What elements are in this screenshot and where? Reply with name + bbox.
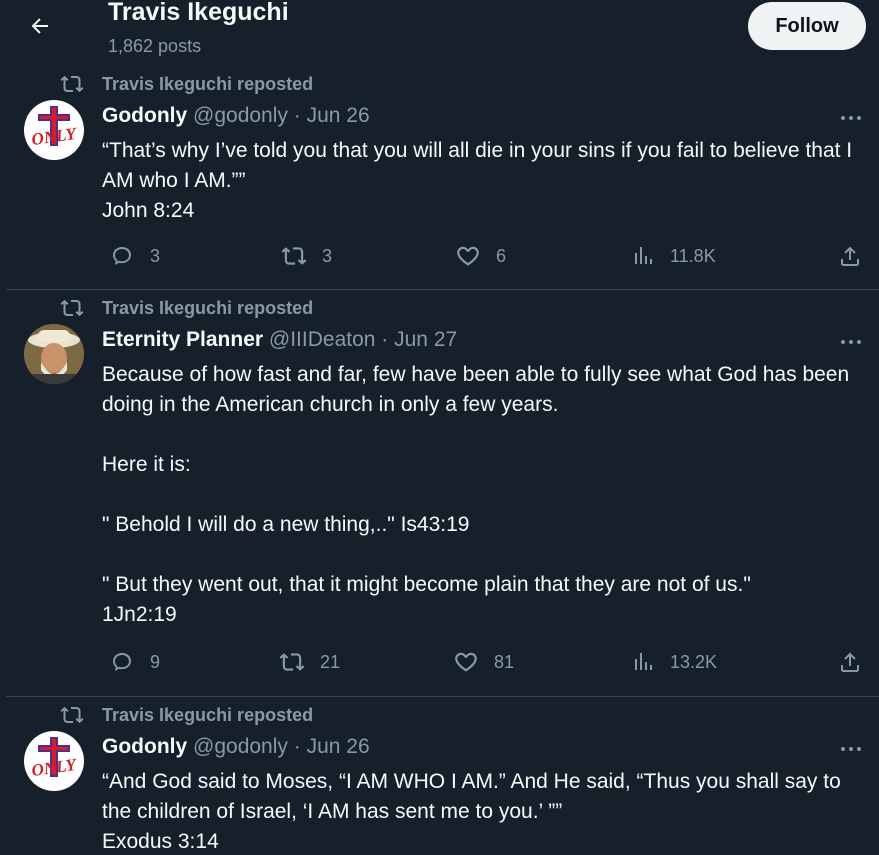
more-horizontal-icon xyxy=(841,340,861,344)
post[interactable]: Travis Ikeguchi reposted ONLY Godonly @g… xyxy=(6,66,879,290)
post-header: Godonly @godonly · Jun 26 xyxy=(102,735,370,759)
share-button[interactable] xyxy=(836,648,878,676)
repost-label: Travis Ikeguchi reposted xyxy=(102,704,314,725)
post-actions: 9 21 81 13.2K xyxy=(102,648,872,678)
godonly-logo-icon: ONLY xyxy=(30,737,79,780)
profile-name: Travis Ikeguchi xyxy=(108,0,289,26)
like-button[interactable]: 6 xyxy=(454,242,506,270)
repost-indicator: Travis Ikeguchi reposted xyxy=(60,296,313,320)
views-count: 13.2K xyxy=(670,651,718,672)
post-actions: 3 3 6 11.8K xyxy=(102,242,872,272)
more-horizontal-icon xyxy=(841,747,861,751)
profile-header: Travis Ikeguchi 1,862 posts Follow xyxy=(0,0,879,64)
posts-count: 1,862 posts xyxy=(108,36,202,56)
reply-button[interactable]: 9 xyxy=(108,648,160,676)
godonly-logo-icon: ONLY xyxy=(30,106,79,149)
repost-indicator: Travis Ikeguchi reposted xyxy=(60,72,313,96)
repost-label: Travis Ikeguchi reposted xyxy=(102,297,314,318)
share-button[interactable] xyxy=(836,242,878,270)
more-horizontal-icon xyxy=(841,116,861,120)
repost-icon xyxy=(280,242,308,270)
user-photo-icon xyxy=(24,324,84,384)
follow-button[interactable]: Follow xyxy=(748,2,866,50)
post-date[interactable]: · Jun 27 xyxy=(381,328,457,351)
bar-chart-icon xyxy=(628,242,656,270)
post-header: Eternity Planner @IIIDeaton · Jun 27 xyxy=(102,328,457,352)
author-name[interactable]: Godonly xyxy=(102,104,187,127)
reply-count: 9 xyxy=(150,651,161,672)
repost-button[interactable]: 3 xyxy=(280,242,332,270)
post-text: “That’s why I’ve told you that you will … xyxy=(102,136,872,226)
more-button[interactable] xyxy=(839,106,863,130)
arrow-left-icon xyxy=(31,18,48,34)
author-handle[interactable]: @godonly xyxy=(193,735,288,758)
repost-count: 21 xyxy=(320,651,341,672)
post-text: “And God said to Moses, “I AM WHO I AM.”… xyxy=(102,767,872,855)
post-body: Because of how fast and far, few have be… xyxy=(102,363,850,626)
more-button[interactable] xyxy=(839,737,863,761)
like-button[interactable]: 81 xyxy=(452,648,514,676)
timeline-feed: Travis Ikeguchi reposted ONLY Godonly @g… xyxy=(0,66,879,855)
avatar[interactable]: ONLY xyxy=(24,731,84,791)
heart-icon xyxy=(452,648,480,676)
views-button[interactable]: 13.2K xyxy=(628,648,717,676)
post-header: Godonly @godonly · Jun 26 xyxy=(102,104,370,128)
avatar[interactable]: ONLY xyxy=(24,100,84,160)
post-date[interactable]: · Jun 26 xyxy=(294,735,370,758)
avatar[interactable] xyxy=(24,324,84,384)
repost-icon xyxy=(60,703,84,727)
post-text: Because of how fast and far, few have be… xyxy=(102,360,872,630)
post-date[interactable]: · Jun 26 xyxy=(294,104,370,127)
back-button[interactable] xyxy=(22,8,58,44)
repost-icon xyxy=(278,648,306,676)
repost-icon xyxy=(60,296,84,320)
post-body: “And God said to Moses, “I AM WHO I AM.”… xyxy=(102,770,841,853)
views-count: 11.8K xyxy=(670,245,716,266)
repost-icon xyxy=(60,72,84,96)
svg-text:ONLY: ONLY xyxy=(30,124,79,149)
repost-button[interactable]: 21 xyxy=(278,648,340,676)
author-name[interactable]: Godonly xyxy=(102,735,187,758)
repost-label: Travis Ikeguchi reposted xyxy=(102,73,314,94)
author-name[interactable]: Eternity Planner xyxy=(102,328,263,351)
more-button[interactable] xyxy=(839,330,863,354)
views-button[interactable]: 11.8K xyxy=(628,242,716,270)
reply-button[interactable]: 3 xyxy=(108,242,160,270)
repost-count: 3 xyxy=(322,245,333,266)
repost-indicator: Travis Ikeguchi reposted xyxy=(60,703,313,727)
heart-icon xyxy=(454,242,482,270)
reply-bubble-icon xyxy=(108,242,136,270)
author-handle[interactable]: @IIIDeaton xyxy=(269,328,376,351)
bar-chart-icon xyxy=(628,648,656,676)
like-count: 81 xyxy=(494,651,515,672)
post[interactable]: Travis Ikeguchi reposted Eternity Planne… xyxy=(6,290,879,697)
like-count: 6 xyxy=(496,245,507,266)
svg-text:ONLY: ONLY xyxy=(30,755,79,780)
share-icon xyxy=(836,648,864,676)
post[interactable]: Travis Ikeguchi reposted ONLY Godonly @g… xyxy=(6,697,879,855)
reply-bubble-icon xyxy=(108,648,136,676)
author-handle[interactable]: @godonly xyxy=(193,104,288,127)
post-body: “That’s why I’ve told you that you will … xyxy=(102,139,853,222)
profile-timeline: Travis Ikeguchi 1,862 posts Follow Travi… xyxy=(0,0,879,855)
reply-count: 3 xyxy=(150,245,161,266)
share-icon xyxy=(836,242,864,270)
